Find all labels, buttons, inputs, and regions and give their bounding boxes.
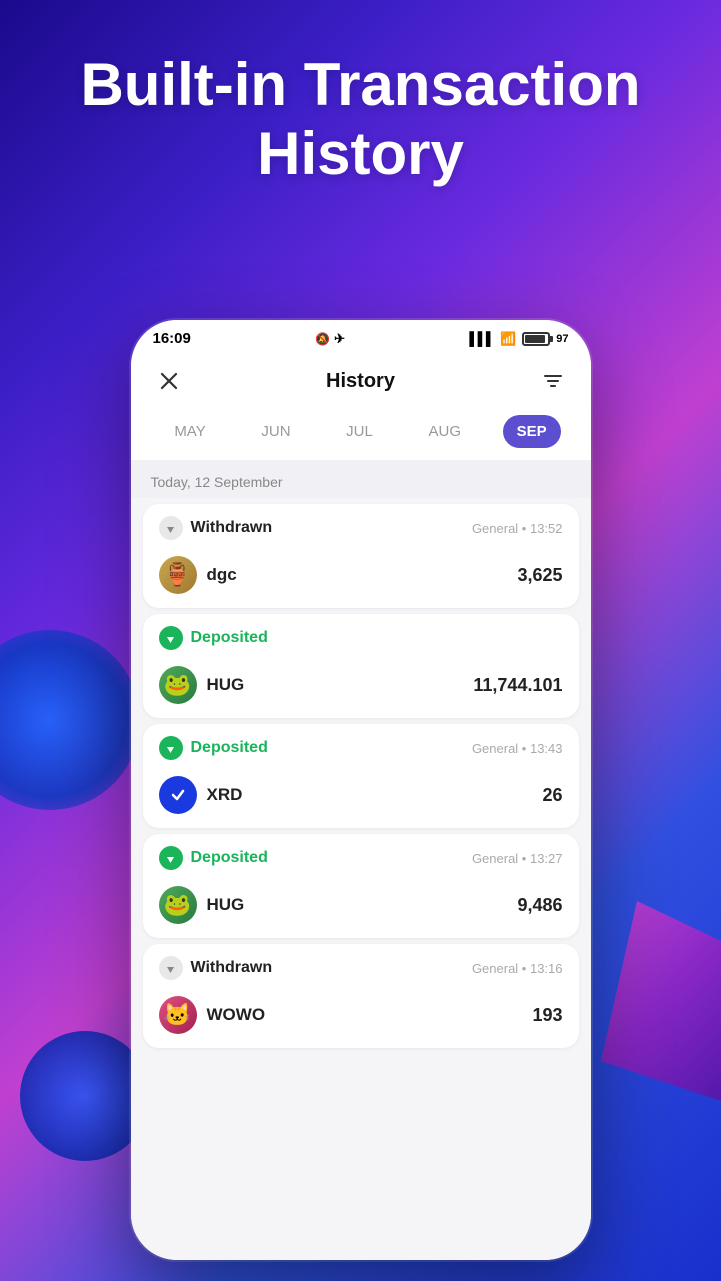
tx-coin-4: 🐱 WOWO bbox=[159, 996, 266, 1034]
deposited-icon bbox=[159, 736, 183, 760]
tx-meta-2: General • 13:43 bbox=[472, 741, 563, 756]
tx-meta-0: General • 13:52 bbox=[472, 521, 563, 536]
battery-fill bbox=[525, 335, 545, 343]
coin-amount-3: 9,486 bbox=[517, 895, 562, 916]
tx-coin-3: 🐸 HUG bbox=[159, 886, 245, 924]
hero-title: Built-in Transaction History bbox=[0, 0, 721, 218]
transaction-group-3[interactable]: Deposited General • 13:27 🐸 HUG 9,486 bbox=[143, 834, 579, 938]
tx-header-0: Withdrawn General • 13:52 bbox=[143, 504, 579, 546]
month-tab-aug[interactable]: AUG bbox=[415, 415, 476, 448]
deposited-icon bbox=[159, 846, 183, 870]
transaction-group-4[interactable]: Withdrawn General • 13:16 🐱 WOWO 193 bbox=[143, 944, 579, 1048]
month-tab-may[interactable]: MAY bbox=[160, 415, 219, 448]
tx-header-1: Deposited bbox=[143, 614, 579, 656]
tx-row-1: 🐸 HUG 11,744.101 bbox=[143, 656, 579, 718]
status-time: 16:09 bbox=[153, 330, 191, 347]
telegram-icon: ✈ bbox=[334, 331, 345, 347]
tx-type-4: Withdrawn bbox=[159, 956, 273, 980]
coin-icon-2 bbox=[159, 776, 197, 814]
app-header: History bbox=[131, 351, 591, 409]
signal-icon: ▌▌▌ bbox=[469, 331, 494, 346]
coin-amount-2: 26 bbox=[542, 785, 562, 806]
transaction-group-1[interactable]: Deposited 🐸 HUG 11,744.101 bbox=[143, 614, 579, 718]
coin-name-0: dgc bbox=[207, 565, 237, 585]
tx-coin-2: XRD bbox=[159, 776, 243, 814]
tx-row-3: 🐸 HUG 9,486 bbox=[143, 876, 579, 938]
battery-pct: 97 bbox=[556, 333, 568, 345]
decorative-blob-bottom-right bbox=[601, 901, 721, 1101]
coin-icon-3: 🐸 bbox=[159, 886, 197, 924]
tx-type-1: Deposited bbox=[159, 626, 268, 650]
month-tab-jul[interactable]: JUL bbox=[332, 415, 387, 448]
tx-header-3: Deposited General • 13:27 bbox=[143, 834, 579, 876]
tx-coin-1: 🐸 HUG bbox=[159, 666, 245, 704]
coin-amount-0: 3,625 bbox=[517, 565, 562, 586]
date-header: Today, 12 September bbox=[131, 460, 591, 498]
alarm-icon: 🔕 bbox=[315, 332, 330, 346]
status-bar: 16:09 🔕 ✈ ▌▌▌ 📶 97 bbox=[131, 320, 591, 351]
month-tabs: MAY JUN JUL AUG SEP bbox=[131, 409, 591, 460]
screen-title: History bbox=[326, 370, 395, 393]
coin-amount-4: 193 bbox=[532, 1005, 562, 1026]
tx-type-3: Deposited bbox=[159, 846, 268, 870]
transaction-list: Today, 12 September Withdrawn General • 1… bbox=[131, 460, 591, 1260]
transaction-group-0[interactable]: Withdrawn General • 13:52 🏺 dgc 3,625 bbox=[143, 504, 579, 608]
tx-row-4: 🐱 WOWO 193 bbox=[143, 986, 579, 1048]
coin-icon-1: 🐸 bbox=[159, 666, 197, 704]
tx-row-0: 🏺 dgc 3,625 bbox=[143, 546, 579, 608]
coin-amount-1: 11,744.101 bbox=[473, 675, 562, 696]
wifi-icon: 📶 bbox=[500, 331, 516, 347]
status-right-icons: ▌▌▌ 📶 97 bbox=[469, 331, 568, 347]
month-tab-sep[interactable]: SEP bbox=[503, 415, 561, 448]
tx-type-2: Deposited bbox=[159, 736, 268, 760]
tx-meta-3: General • 13:27 bbox=[472, 851, 563, 866]
tx-meta-4: General • 13:16 bbox=[472, 961, 563, 976]
transaction-group-2[interactable]: Deposited General • 13:43 XRD 26 bbox=[143, 724, 579, 828]
tx-header-2: Deposited General • 13:43 bbox=[143, 724, 579, 766]
coin-name-2: XRD bbox=[207, 785, 243, 805]
close-button[interactable] bbox=[151, 363, 187, 399]
phone-mockup: 16:09 🔕 ✈ ▌▌▌ 📶 97 History bbox=[131, 320, 591, 1260]
coin-icon-0: 🏺 bbox=[159, 556, 197, 594]
tx-type-0: Withdrawn bbox=[159, 516, 273, 540]
deposited-icon bbox=[159, 626, 183, 650]
withdrawn-icon bbox=[159, 956, 183, 980]
month-tab-jun[interactable]: JUN bbox=[247, 415, 304, 448]
battery-icon bbox=[522, 332, 550, 346]
tx-row-2: XRD 26 bbox=[143, 766, 579, 828]
coin-icon-4: 🐱 bbox=[159, 996, 197, 1034]
coin-name-4: WOWO bbox=[207, 1005, 266, 1025]
status-left-icons: 🔕 ✈ bbox=[315, 331, 345, 347]
decorative-blob-left bbox=[0, 630, 140, 810]
coin-name-3: HUG bbox=[207, 895, 245, 915]
tx-header-4: Withdrawn General • 13:16 bbox=[143, 944, 579, 986]
tx-coin-0: 🏺 dgc bbox=[159, 556, 237, 594]
withdrawn-icon bbox=[159, 516, 183, 540]
filter-button[interactable] bbox=[535, 363, 571, 399]
coin-name-1: HUG bbox=[207, 675, 245, 695]
